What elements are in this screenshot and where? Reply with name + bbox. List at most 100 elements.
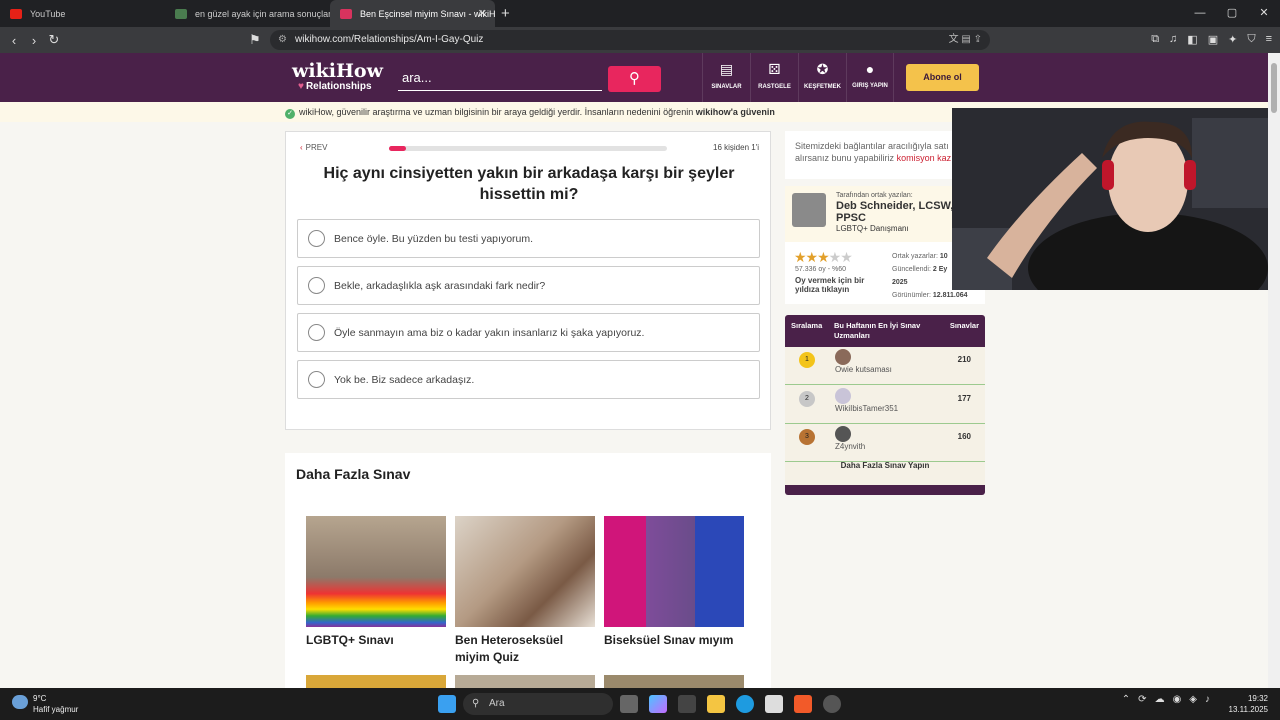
page-scrollbar[interactable]	[1268, 53, 1280, 688]
media-icon[interactable]: ♫	[1169, 33, 1177, 46]
file-explorer-icon[interactable]	[707, 695, 725, 713]
browser-tabbar: YouTube en güzel ayak için arama sonuçla…	[0, 0, 1280, 27]
leaderboard-row[interactable]: 1 Owie kutsaması 210	[785, 347, 985, 385]
leaderboard-header: Sıralama Bu Haftanın En İyi Sınav Uzmanl…	[785, 315, 985, 347]
weather-widget[interactable]: 9°C Hafif yağmur	[33, 693, 78, 715]
quiz-progress-bar	[389, 146, 667, 151]
quiz-thumbnail	[455, 516, 595, 627]
leaderboard-row[interactable]: 3 Z4ynvith 160	[785, 424, 985, 462]
url-text: wikihow.com/Relationships/Am-I-Gay-Quiz	[295, 34, 484, 45]
puzzle-icon[interactable]: ⧉	[1151, 33, 1159, 46]
leo-icon[interactable]: ✦	[1228, 33, 1237, 46]
prev-button[interactable]: ‹ PREV	[300, 143, 327, 152]
mic-icon[interactable]: ◉	[1173, 694, 1182, 705]
avatar	[835, 388, 851, 404]
new-tab-icon[interactable]: +	[501, 5, 510, 22]
search-input[interactable]: ara...	[398, 65, 602, 91]
reload-icon[interactable]: ↻	[44, 32, 64, 48]
site-info-icon[interactable]: ⚙	[278, 30, 287, 50]
answer-option[interactable]: Bekle, arkadaşlıkla aşk arasındaki fark …	[297, 266, 760, 305]
radio-icon[interactable]	[308, 230, 325, 247]
webcam-image	[952, 108, 1280, 290]
quiz-progress-fill	[389, 146, 407, 151]
star-rating[interactable]: ★★★★★	[794, 249, 853, 266]
app-icon[interactable]	[823, 695, 841, 713]
more-quizzes-link[interactable]: Daha Fazla Sınav Yapın	[785, 461, 985, 470]
chevron-up-icon[interactable]: ⌃	[1122, 694, 1130, 705]
nav-quizzes[interactable]: ▤ SINAVLAR	[702, 53, 750, 102]
clock[interactable]: 19:32 13.11.2025	[1229, 693, 1268, 715]
volume-icon[interactable]: ♪	[1205, 694, 1210, 705]
section-title: Daha Fazla Sınav	[296, 466, 411, 482]
medal-icon: 1	[799, 352, 815, 368]
webcam-overlay	[952, 108, 1280, 290]
tab-youtube[interactable]: YouTube	[0, 0, 165, 27]
quiz-card-bisexual[interactable]: Biseksüel Sınav mıyım	[604, 516, 744, 649]
search-favicon-icon	[175, 8, 187, 19]
quiz-card-label: Ben Heteroseksüel miyim Quiz	[455, 633, 564, 664]
url-field[interactable]: ⚙ wikihow.com/Relationships/Am-I-Gay-Qui…	[270, 30, 990, 50]
wifi-icon[interactable]: ◈	[1189, 694, 1197, 705]
trust-link[interactable]: wikihow'a güvenin	[696, 107, 775, 117]
quiz-question: Hiç aynı cinsiyetten yakın bir arkadaşa …	[323, 165, 735, 203]
vpn-icon[interactable]: ⛉	[1247, 33, 1255, 46]
radio-icon[interactable]	[308, 324, 325, 341]
nav-random[interactable]: ⚄ RASTGELE	[750, 53, 798, 102]
weather-icon[interactable]	[12, 695, 28, 709]
windows-taskbar: 9°C Hafif yağmur ⚲ Ara ⌃ ⟳ ☁ ◉ ◈ ♪ 19:32…	[0, 688, 1280, 720]
header-nav: ▤ SINAVLAR ⚄ RASTGELE ✪ KEŞFETMEK ● GIRIŞ YA…	[702, 53, 894, 102]
commission-link[interactable]: komisyon kaz	[897, 153, 952, 163]
compass-icon: ✪	[816, 61, 829, 77]
question-counter: 16 kişiden 1'i	[713, 143, 759, 152]
tab-wikihow[interactable]: Ben Eşcinsel miyim Sınavı - wikiH ✕	[330, 0, 495, 27]
system-tray: ⌃ ⟳ ☁ ◉ ◈ ♪	[1122, 694, 1210, 705]
vote-label: Oy vermek için bir yıldıza tıklayın	[795, 276, 865, 294]
radio-icon[interactable]	[308, 371, 325, 388]
tab-title: YouTube	[30, 8, 66, 19]
tab-search[interactable]: en güzel ayak için arama sonuçları -	[165, 0, 330, 27]
taskbar-search[interactable]: ⚲ Ara	[463, 693, 613, 715]
wallet-icon[interactable]: ▣	[1208, 33, 1218, 46]
subscribe-button[interactable]: Abone ol	[906, 64, 979, 91]
avatar	[835, 349, 851, 365]
search-button[interactable]: ⚲	[608, 66, 661, 92]
avatar	[792, 193, 826, 227]
edge-icon[interactable]	[736, 695, 754, 713]
translate-icon[interactable]: 文 ▤ ⇪	[949, 30, 982, 50]
quiz-card-hetero[interactable]: Ben Heteroseksüel miyim Quiz	[455, 516, 595, 666]
scrollbar-thumb[interactable]	[1271, 63, 1277, 113]
quiz-card: ‹ PREV 16 kişiden 1'i Hiç aynı cinsiyette…	[285, 131, 771, 430]
forward-icon[interactable]: ›	[24, 33, 44, 48]
sidebar-icon[interactable]: ◧	[1187, 33, 1197, 46]
copilot-icon[interactable]	[649, 695, 667, 713]
brave-icon[interactable]	[794, 695, 812, 713]
windows-start-icon[interactable]	[438, 695, 456, 713]
menu-icon[interactable]: ≡	[1266, 33, 1272, 46]
maximize-icon[interactable]: ▢	[1216, 0, 1248, 27]
heart-icon: ♥	[298, 81, 304, 92]
back-icon[interactable]: ‹	[4, 33, 24, 48]
bookmark-icon[interactable]: ⚑	[245, 32, 265, 48]
task-view-icon[interactable]	[620, 695, 638, 713]
leaderboard-row[interactable]: 2 WikiIbisTamer351 177	[785, 386, 985, 424]
window-controls: — ▢ ✕	[1184, 0, 1280, 27]
answer-option[interactable]: Bence öyle. Bu yüzden bu testi yapıyorum…	[297, 219, 760, 258]
app-icon[interactable]	[678, 695, 696, 713]
quiz-card-label: LGBTQ+ Sınavı	[306, 633, 394, 647]
nav-login[interactable]: ● GIRIŞ YAPIN	[846, 53, 894, 102]
answer-option[interactable]: Yok be. Biz sadece arkadaşız.	[297, 360, 760, 399]
cloud-icon[interactable]: ☁	[1155, 694, 1165, 705]
close-tab-icon[interactable]: ✕	[478, 7, 487, 20]
answer-option[interactable]: Öyle sanmayın ama biz o kadar yakın insa…	[297, 313, 760, 352]
close-window-icon[interactable]: ✕	[1248, 0, 1280, 27]
sync-icon[interactable]: ⟳	[1138, 694, 1146, 705]
wikihow-logo[interactable]: wikiHow	[292, 60, 383, 82]
store-icon[interactable]	[765, 695, 783, 713]
radio-icon[interactable]	[308, 277, 325, 294]
leaderboard: Sıralama Bu Haftanın En İyi Sınav Uzmanl…	[785, 315, 985, 495]
minimize-icon[interactable]: —	[1184, 0, 1216, 27]
quiz-thumbnail	[604, 516, 744, 627]
nav-explore[interactable]: ✪ KEŞFETMEK	[798, 53, 846, 102]
site-header: wikiHow ♥ Relationships ara... ⚲ ▤ SINAVLA…	[0, 53, 1280, 102]
quiz-card-lgbtq[interactable]: LGBTQ+ Sınavı	[306, 516, 446, 649]
